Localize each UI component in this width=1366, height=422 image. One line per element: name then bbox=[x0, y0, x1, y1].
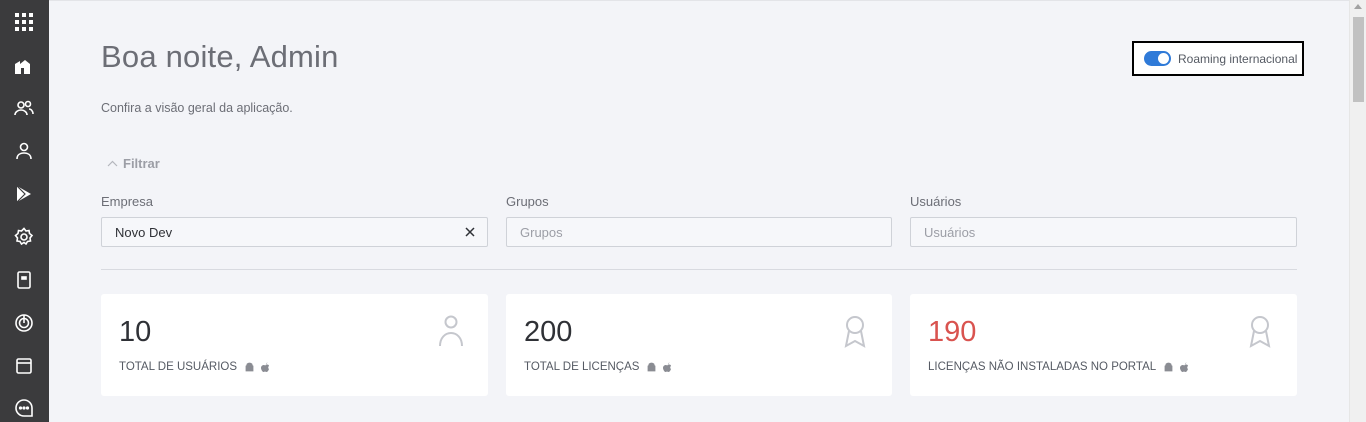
card-label-text: TOTAL DE LICENÇAS bbox=[524, 361, 640, 373]
card-label-text: LICENÇAS NÃO INSTALADAS NO PORTAL bbox=[928, 361, 1157, 373]
dashboard-icon[interactable] bbox=[12, 53, 36, 77]
empresa-select[interactable]: Novo Dev bbox=[101, 217, 488, 247]
roaming-label: Roaming internacional bbox=[1178, 51, 1298, 66]
card-label-text: TOTAL DE USUÁRIOS bbox=[119, 361, 238, 373]
toggle-knob bbox=[1158, 53, 1169, 64]
main-content: Boa noite, Admin Confira a visão geral d… bbox=[49, 0, 1349, 422]
apps-grid-icon[interactable] bbox=[12, 10, 36, 34]
award-icon bbox=[1249, 316, 1271, 348]
card-licencas-nao-instaladas: 190 LICENÇAS NÃO INSTALADAS NO PORTAL bbox=[910, 294, 1297, 396]
grupos-label: Grupos bbox=[506, 194, 549, 209]
card-total-licencas: 200 TOTAL DE LICENÇAS bbox=[506, 294, 892, 396]
chat-icon[interactable] bbox=[12, 396, 36, 420]
card-label: LICENÇAS NÃO INSTALADAS NO PORTAL bbox=[928, 361, 1190, 373]
card-number: 200 bbox=[524, 316, 573, 348]
grupos-placeholder: Grupos bbox=[520, 224, 563, 240]
user-icon bbox=[439, 315, 463, 347]
chevron-up-icon bbox=[107, 160, 118, 167]
groups-icon[interactable] bbox=[12, 96, 36, 120]
radar-icon[interactable] bbox=[12, 311, 36, 335]
usuarios-label: Usuários bbox=[910, 194, 962, 209]
page-title: Boa noite, Admin bbox=[101, 39, 339, 74]
card-number: 10 bbox=[119, 316, 152, 348]
play-store-icon[interactable] bbox=[12, 182, 36, 206]
apple-icon bbox=[663, 362, 672, 372]
filter-toggle[interactable]: Filtrar bbox=[106, 156, 160, 171]
usuarios-placeholder: Usuários bbox=[924, 224, 976, 240]
user-icon[interactable] bbox=[12, 139, 36, 163]
window-icon[interactable] bbox=[12, 354, 36, 378]
empresa-value: Novo Dev bbox=[115, 224, 173, 240]
scrollbar[interactable] bbox=[1349, 0, 1366, 422]
card-number: 190 bbox=[928, 316, 977, 348]
divider bbox=[101, 269, 1297, 270]
android-icon bbox=[245, 362, 254, 371]
scroll-up-arrow-icon[interactable] bbox=[1354, 4, 1362, 9]
android-icon bbox=[648, 362, 656, 371]
toggle-switch[interactable] bbox=[1144, 51, 1171, 66]
card-label: TOTAL DE LICENÇAS bbox=[524, 361, 673, 373]
empresa-label: Empresa bbox=[101, 194, 154, 209]
card-label: TOTAL DE USUÁRIOS bbox=[119, 361, 271, 373]
page-subtitle: Confira a visão geral da aplicação. bbox=[101, 101, 293, 115]
card-total-usuarios: 10 TOTAL DE USUÁRIOS bbox=[101, 294, 488, 396]
clear-icon[interactable] bbox=[463, 225, 477, 239]
usuarios-select[interactable]: Usuários bbox=[910, 217, 1297, 247]
sidebar bbox=[0, 0, 49, 422]
filter-label: Filtrar bbox=[123, 156, 160, 171]
scroll-thumb[interactable] bbox=[1353, 17, 1364, 102]
device-icon[interactable] bbox=[12, 268, 36, 292]
apple-icon bbox=[261, 362, 270, 372]
grupos-select[interactable]: Grupos bbox=[506, 217, 892, 247]
award-icon bbox=[844, 316, 866, 348]
apple-icon bbox=[1180, 362, 1189, 372]
roaming-toggle[interactable]: Roaming internacional bbox=[1132, 41, 1304, 76]
android-icon bbox=[1164, 362, 1173, 371]
settings-icon[interactable] bbox=[12, 225, 36, 249]
